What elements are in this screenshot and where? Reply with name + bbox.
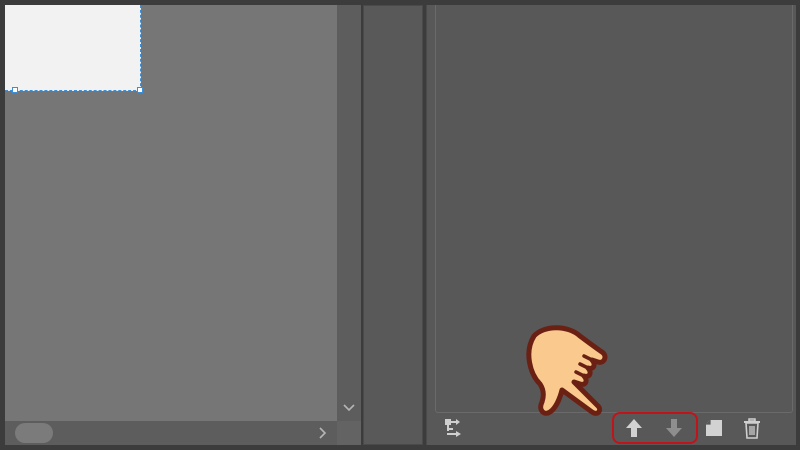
- convert-button[interactable]: [440, 414, 468, 442]
- pointing-hand-icon: [518, 322, 614, 422]
- horizontal-scrollbar[interactable]: [5, 421, 337, 445]
- chevron-down-icon: [343, 404, 355, 412]
- delete-button[interactable]: [738, 414, 766, 442]
- resize-handle-bottom-right[interactable]: [137, 87, 143, 93]
- vertical-scrollbar[interactable]: [337, 5, 361, 421]
- new-layer-button[interactable]: [700, 414, 728, 442]
- selected-page[interactable]: [5, 5, 141, 91]
- canvas-area[interactable]: [5, 5, 337, 421]
- new-page-icon: [706, 420, 722, 436]
- middle-panel: [363, 5, 423, 445]
- pointing-hand-graphic: [526, 325, 608, 416]
- scroll-right-button[interactable]: [313, 421, 333, 445]
- horizontal-scroll-thumb[interactable]: [15, 423, 53, 443]
- scrollbar-corner: [337, 421, 361, 445]
- scroll-down-button[interactable]: [337, 397, 361, 419]
- move-buttons-highlight: [612, 412, 698, 444]
- resize-handle-bottom-left[interactable]: [12, 87, 18, 93]
- convert-icon: [445, 419, 461, 437]
- layers-list[interactable]: [435, 5, 793, 413]
- trash-icon: [744, 418, 760, 439]
- chevron-right-icon: [319, 427, 327, 439]
